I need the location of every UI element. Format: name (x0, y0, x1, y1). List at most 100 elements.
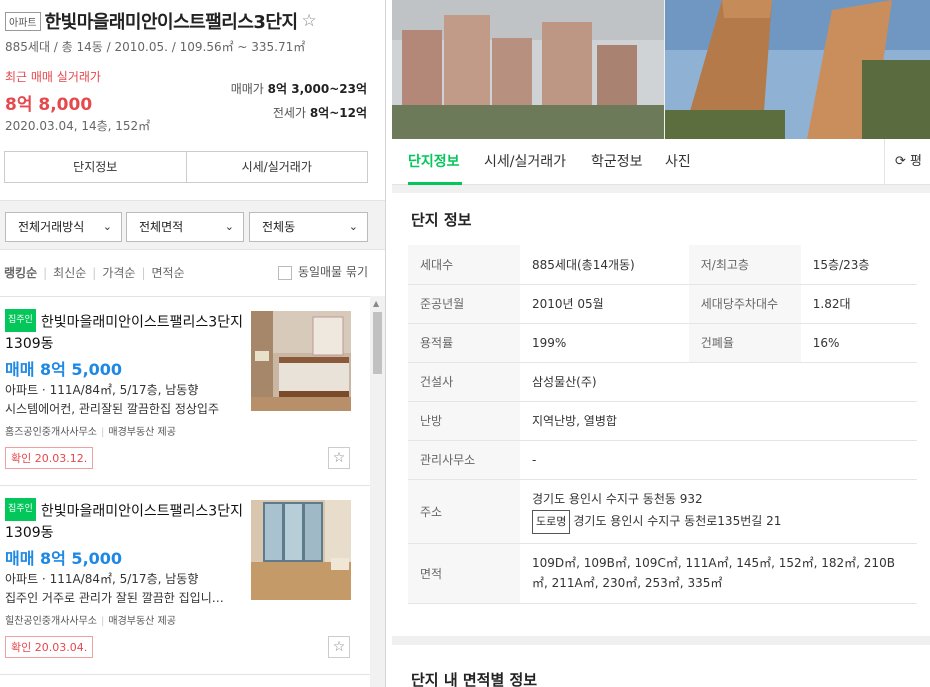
listing-title: 집주인 한빛마을래미안이스트팰리스3단지 1309동 (5, 309, 243, 355)
sort-latest[interactable]: 최신순 (53, 266, 86, 280)
table-row: 면적 109D㎡, 109B㎡, 109C㎡, 111A㎡, 145㎡, 152… (408, 543, 917, 604)
tab-photos[interactable]: 사진 (665, 151, 691, 171)
address-lot: 경기도 용인시 수지구 동천동 932 (532, 492, 703, 506)
trade-type-select[interactable]: 전체거래방식 ⌄ (5, 212, 122, 242)
recent-price-label: 최근 매매 실거래가 (5, 70, 101, 84)
list-scrollbar[interactable]: ▲ (370, 296, 385, 687)
section-title: 단지 정보 (411, 211, 472, 229)
listing-agency: 홈즈공인중개사사무소 | 매경부동산 제공 (5, 427, 176, 438)
road-address: 경기도 용인시 수지구 동천로135번길 21 (573, 514, 782, 528)
list-item[interactable]: 집주인 한빛마을래미안이스트팰리스3단지 1309동 매매 8억 5,000 아파… (0, 486, 370, 675)
listing-title-text: 한빛마을래미안이스트팰리스3단지 1309동 (5, 314, 243, 353)
complex-tabs: 단지정보 시세/실거래가 (4, 151, 368, 183)
complex-info-button[interactable]: 단지정보 (5, 152, 186, 182)
favorite-star-icon[interactable]: ☆ (328, 636, 350, 658)
recent-price-detail: 2020.03.04, 14층, 152㎡ (5, 119, 151, 133)
type-tag: 아파트 (5, 11, 41, 31)
checkbox[interactable] (277, 265, 292, 280)
list-item[interactable]: 집주인 한빛마을래미안이스트팰리스3단지 1309동 매매 8억 5,000 아파… (0, 297, 370, 486)
area-label: 전체면적 (139, 220, 184, 234)
jeonse-range: 전세가 8억~12억 (273, 104, 367, 121)
info-value: 109D㎡, 109B㎡, 109C㎡, 111A㎡, 145㎡, 152㎡, … (520, 543, 917, 604)
building-select[interactable]: 전체동 ⌄ (249, 212, 368, 242)
listing-title: 집주인 한빛마을래미안이스트팰리스3단지 1309동 (5, 498, 243, 544)
provider-name: 매경부동산 제공 (108, 616, 176, 627)
info-key: 면적 (408, 543, 520, 604)
listing-spec: 아파트 · 111A/84㎡, 5/17층, 남동향 (5, 572, 199, 586)
scroll-thumb[interactable] (373, 312, 382, 374)
price-history-button[interactable]: 시세/실거래가 (185, 152, 368, 182)
complex-info-card: 단지 정보 세대수 885세대(총14개동) 저/최고층 15층/23층 준공년… (392, 193, 930, 636)
complex-info-table: 세대수 885세대(총14개동) 저/최고층 15층/23층 준공년월 2010… (408, 245, 917, 604)
filter-bar: 전체거래방식 ⌄ 전체면적 ⌄ 전체동 ⌄ (0, 200, 385, 250)
info-value: 199% (520, 323, 689, 363)
listing-spec: 아파트 · 111A/84㎡, 5/17층, 남동향 (5, 383, 199, 397)
building-label: 전체동 (262, 220, 296, 234)
info-value: 885세대(총14개동) (520, 245, 689, 285)
sort-area[interactable]: 면적순 (152, 266, 185, 280)
agency-name: 홈즈공인중개사사무소 (5, 427, 97, 438)
info-key: 난방 (408, 401, 520, 441)
listing-desc: 시스템에어컨, 관리잘된 깔끔한집 정상입주 (5, 402, 219, 416)
info-key: 저/최고층 (688, 245, 801, 285)
tab-complex-info[interactable]: 단지정보 (408, 151, 460, 171)
info-value: 16% (800, 323, 917, 363)
table-row: 준공년월 2010년 05월 세대당주차대수 1.82대 (408, 284, 917, 324)
unit-toggle-label: 평 (910, 154, 923, 169)
listing-desc: 집주인 거주로 관리가 잘된 깔끔한 집입니… (5, 591, 224, 605)
sort-ranking[interactable]: 랭킹순 (4, 266, 37, 280)
info-key: 세대당주차대수 (688, 284, 801, 324)
chevron-down-icon: ⌄ (102, 220, 112, 233)
complex-photos[interactable] (392, 0, 930, 139)
listing-price: 매매 8억 5,000 (5, 360, 123, 379)
jeonse-range-value: 8억~12억 (309, 106, 367, 120)
complex-summary: 885세대 / 총 14동 / 2010.05. / 109.56㎡ ~ 335… (5, 40, 306, 54)
sort-price[interactable]: 가격순 (102, 266, 135, 280)
provider-name: 매경부동산 제공 (108, 427, 176, 438)
tab-price-history[interactable]: 시세/실거래가 (484, 151, 566, 171)
agency-name: 힐찬공인중개사사무소 (5, 616, 97, 627)
sale-range-label: 매매가 (230, 82, 264, 96)
favorite-star-icon[interactable]: ☆ (328, 447, 350, 469)
info-value: 경기도 용인시 수지구 동천동 932 도로명 경기도 용인시 수지구 동천로13… (520, 479, 917, 544)
unit-toggle-button[interactable]: ⟳ 평 (884, 139, 930, 185)
listing-title-text: 한빛마을래미안이스트팰리스3단지 1309동 (5, 503, 243, 542)
recent-price: 8억 8,000 (5, 95, 93, 115)
chevron-down-icon: ⌄ (348, 220, 358, 233)
section-title: 단지 내 면적별 정보 (411, 671, 538, 687)
info-key: 건폐율 (688, 323, 801, 363)
confirmed-badge: 확인 20.03.12. (5, 447, 94, 469)
complex-detail-panel: 단지정보 시세/실거래가 학군정보 사진 ⟳ 평 단지 정보 세대수 885세대… (392, 0, 930, 687)
info-key: 준공년월 (408, 284, 520, 324)
detail-tabs: 단지정보 시세/실거래가 학군정보 사진 ⟳ 평 (392, 139, 930, 185)
same-listing-toggle[interactable]: 동일매물 묶기 (277, 263, 368, 280)
confirmed-badge: 확인 20.03.04. (5, 636, 94, 658)
favorite-star-icon[interactable]: ☆ (302, 11, 317, 31)
info-value: 15층/23층 (800, 245, 917, 285)
info-key: 주소 (408, 479, 520, 544)
scroll-up-icon[interactable]: ▲ (373, 299, 379, 308)
listing-price: 매매 8억 5,000 (5, 549, 123, 568)
table-row: 세대수 885세대(총14개동) 저/최고층 15층/23층 (408, 245, 917, 285)
info-key: 관리사무소 (408, 440, 520, 480)
table-row: 난방 지역난방, 열병합 (408, 401, 917, 441)
info-value: 삼성물산(주) (520, 362, 917, 402)
chevron-down-icon: ⌄ (224, 220, 234, 233)
table-row: 주소 경기도 용인시 수지구 동천동 932 도로명 경기도 용인시 수지구 동천… (408, 479, 917, 544)
area-info-card: 단지 내 면적별 정보 (392, 645, 930, 687)
complex-header: 아파트 한빛마을래미안이스트팰리스3단지 ☆ (5, 8, 375, 34)
owner-badge: 집주인 (5, 498, 36, 521)
sale-range: 매매가 8억 3,000~23억 (231, 80, 367, 97)
tab-school[interactable]: 학군정보 (591, 151, 643, 171)
area-select[interactable]: 전체면적 ⌄ (126, 212, 244, 242)
same-listing-label: 동일매물 묶기 (297, 265, 368, 279)
listing-photo[interactable] (251, 500, 351, 600)
info-key: 용적률 (408, 323, 520, 363)
listing-panel: 아파트 한빛마을래미안이스트팰리스3단지 ☆ 885세대 / 총 14동 / 201… (0, 0, 386, 687)
info-value: 1.82대 (800, 284, 917, 324)
sort-row: 랭킹순 | 최신순 | 가격순 | 면적순 동일매물 묶기 (4, 263, 368, 280)
table-row: 관리사무소 - (408, 440, 917, 480)
listing-photo[interactable] (251, 311, 351, 411)
sale-range-value: 8억 3,000~23억 (267, 82, 367, 96)
listing-agency: 힐찬공인중개사사무소 | 매경부동산 제공 (5, 616, 176, 627)
